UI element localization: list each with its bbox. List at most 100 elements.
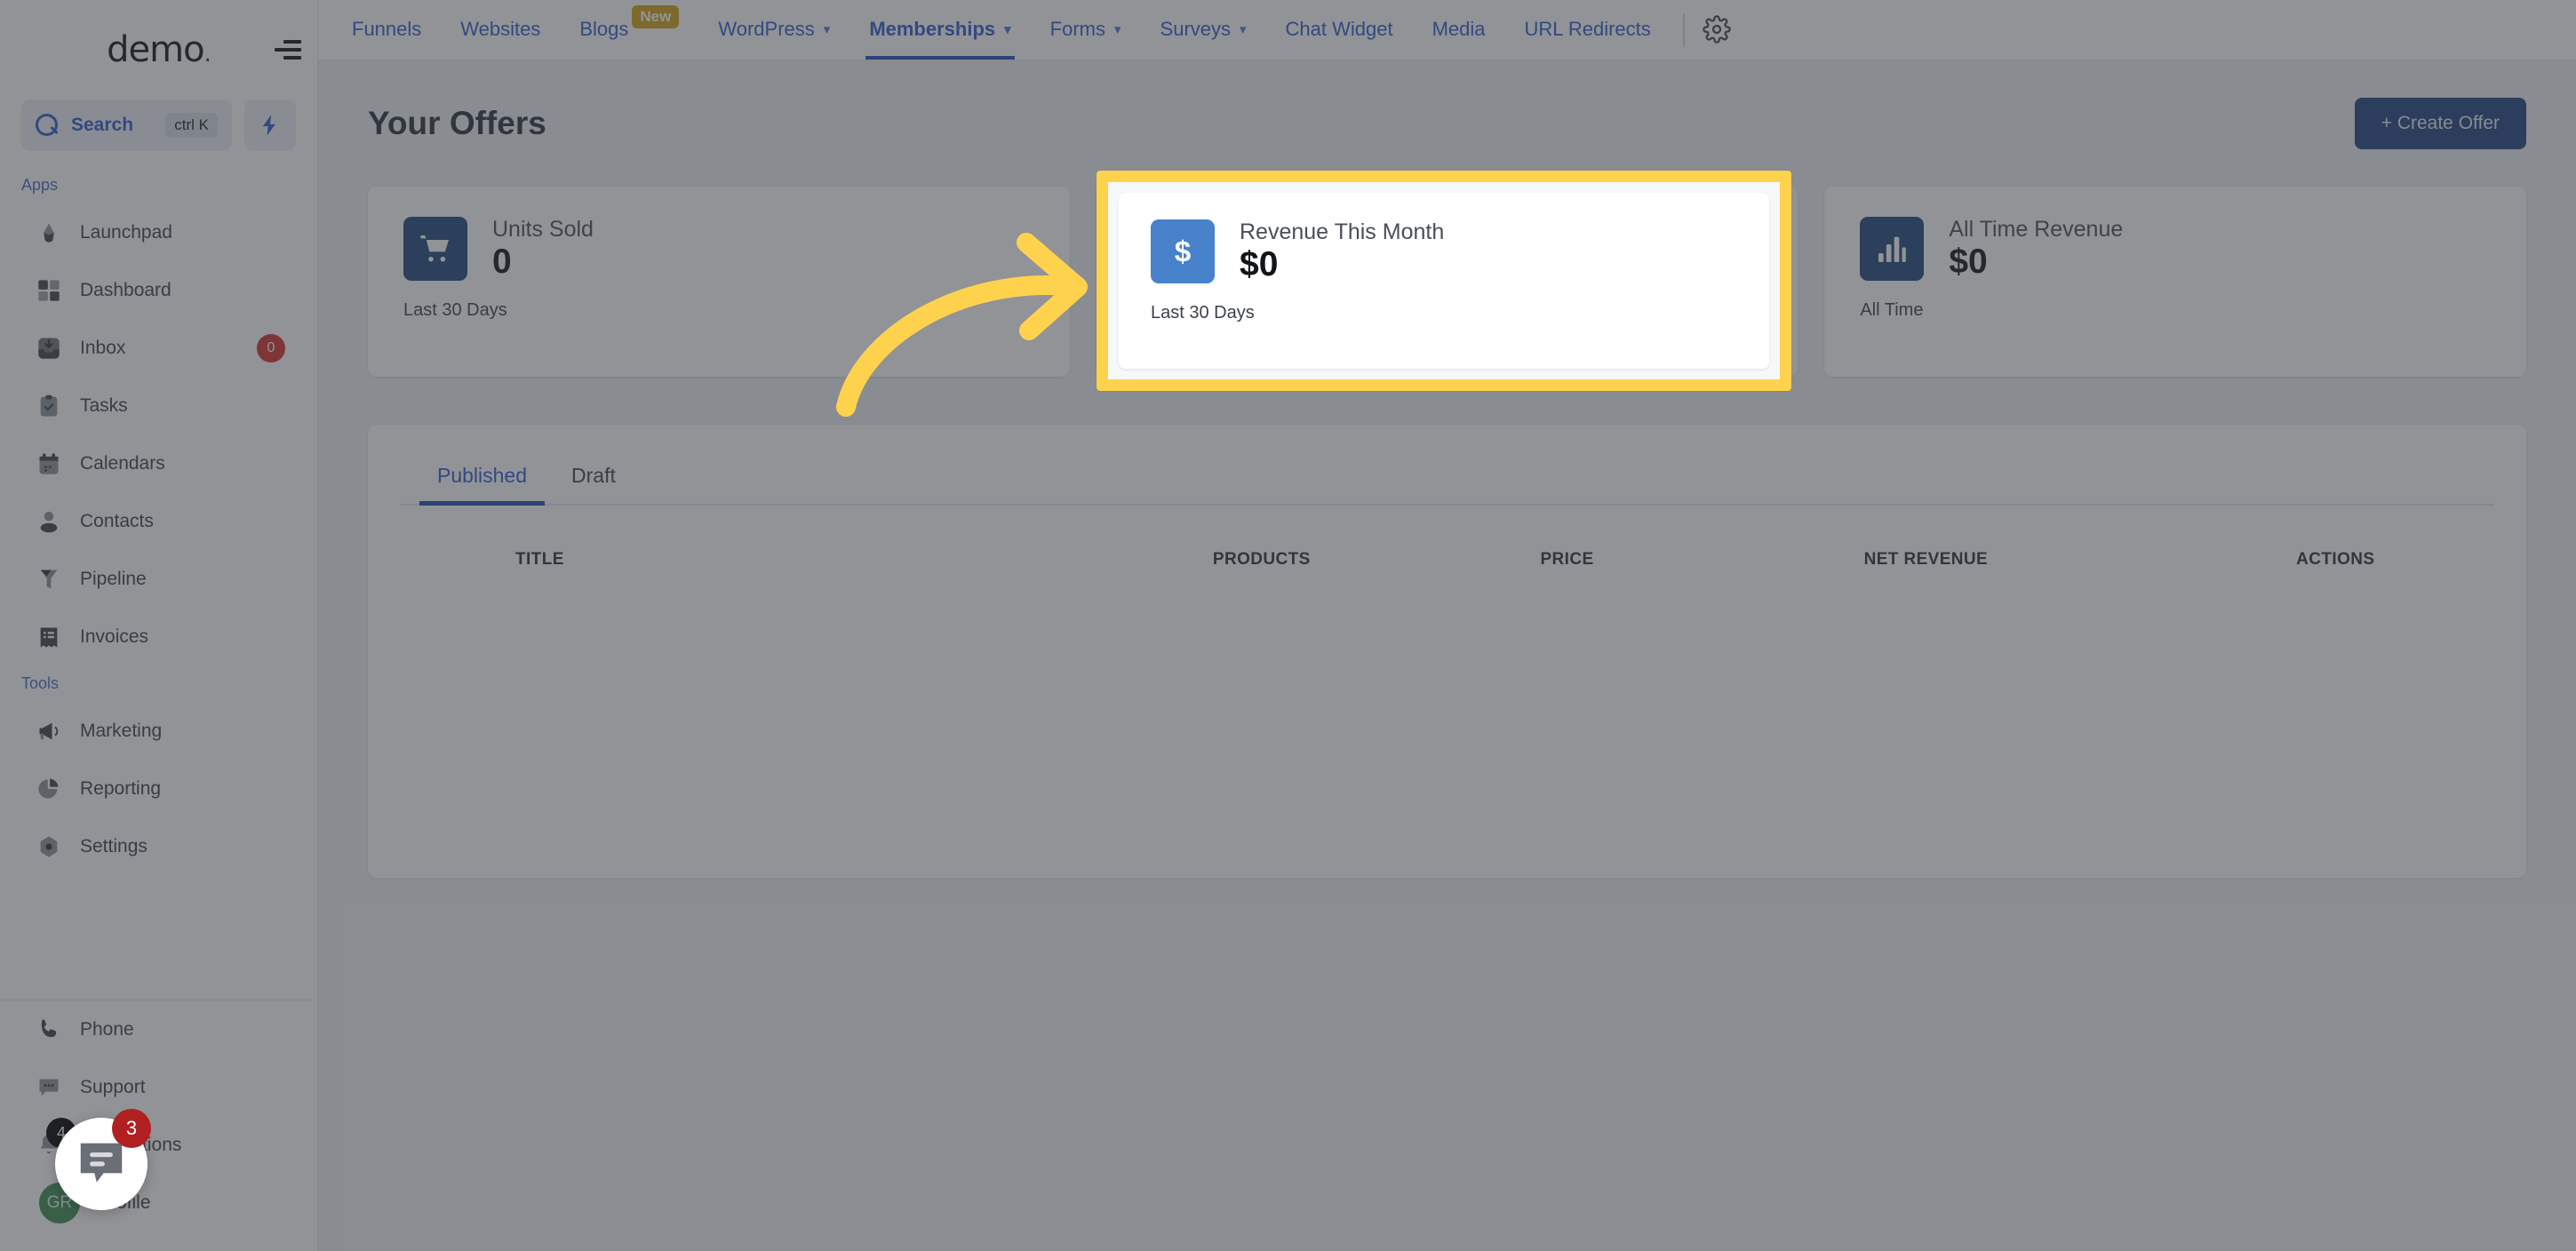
invoice-list-icon: [36, 624, 62, 650]
sidebar-item-tasks[interactable]: Tasks: [0, 377, 317, 434]
sidebar-item-label: Launchpad: [80, 221, 172, 243]
stat-card-units-sold[interactable]: Units Sold 0 Last 30 Days: [368, 187, 1070, 377]
nav-tab-funnels[interactable]: Funnels: [332, 0, 441, 60]
svg-text:$: $: [1175, 236, 1192, 269]
sidebar-item-label: Phone: [80, 1018, 134, 1040]
sidebar-item-reporting[interactable]: Reporting: [0, 760, 317, 817]
bolt-icon: [262, 115, 275, 136]
sidebar-item-marketing[interactable]: Marketing: [0, 702, 317, 760]
offers-tabs: Published Draft: [400, 451, 2494, 506]
stat-card-revenue-this-month[interactable]: $ Revenue This Month $0 Last 30 Days: [1119, 193, 1769, 369]
column-header-price[interactable]: PRICE: [1459, 536, 1675, 584]
tab-draft[interactable]: Draft: [554, 451, 634, 504]
stat-value: $0: [1949, 243, 1988, 282]
sidebar-item-profile[interactable]: GR Profile: [0, 1174, 317, 1231]
offers-table-header-row: TITLE PRODUCTS PRICE NET REVENUE ACTIONS: [400, 536, 2494, 584]
inbox-badge: 0: [257, 333, 285, 363]
sidebar-item-label: Contacts: [80, 510, 154, 531]
sidebar-item-label: Reporting: [80, 777, 162, 799]
column-header-net-revenue[interactable]: NET REVENUE: [1675, 536, 2177, 584]
sidebar-item-calendars[interactable]: Calendars: [0, 434, 317, 492]
sidebar-item-notifications[interactable]: Notifications 4: [0, 1116, 317, 1174]
sidebar-item-label: Inbox: [80, 337, 126, 358]
column-header-title[interactable]: TITLE: [400, 536, 1065, 584]
nav-tab-chat-widget[interactable]: Chat Widget: [1266, 0, 1413, 60]
quick-action-button[interactable]: [244, 100, 296, 151]
sidebar-item-pipeline[interactable]: Pipeline: [0, 550, 317, 608]
sidebar-section-apps-label: Apps: [21, 176, 59, 194]
create-offer-button[interactable]: + Create Offer: [2354, 98, 2526, 149]
sidebar-section-tools-label: Tools: [21, 674, 60, 692]
chat-dots-icon: [36, 1074, 62, 1101]
brand-logo: demo.: [107, 29, 211, 70]
nav-tab-label: Chat Widget: [1285, 18, 1393, 40]
nav-tab-blogs[interactable]: Blogs New: [560, 0, 698, 60]
offers-table-card: Published Draft TITLE PRODUCTS PRICE NET…: [368, 425, 2526, 878]
bar-chart-icon: [1860, 217, 1925, 281]
stat-top: All Time Revenue $0: [1860, 217, 2491, 281]
dollar-icon: $: [1151, 219, 1215, 283]
chevron-down-icon: ▾: [1114, 22, 1121, 37]
collapse-menu-icon[interactable]: [271, 35, 301, 65]
column-header-products[interactable]: PRODUCTS: [1065, 536, 1459, 584]
stat-subtitle: Last 30 Days: [1151, 303, 1255, 323]
sidebar-item-phone[interactable]: Phone: [0, 1000, 317, 1058]
search-label: Search: [71, 115, 134, 135]
nav-tab-media[interactable]: Media: [1413, 0, 1505, 60]
sidebar-item-invoices[interactable]: Invoices: [0, 608, 317, 665]
sidebar-item-dashboard[interactable]: Dashboard: [0, 261, 317, 319]
nav-settings-button[interactable]: [1697, 0, 1743, 60]
sidebar-item-support[interactable]: Support: [0, 1058, 317, 1116]
nav-tab-label: Forms: [1049, 18, 1105, 40]
nav-tab-label: Media: [1432, 18, 1486, 40]
dashboard-grid-icon: [36, 277, 62, 304]
sidebar-item-label: Marketing: [80, 720, 163, 741]
nav-tab-wordpress[interactable]: WordPress ▾: [698, 0, 849, 60]
nav-divider: [1682, 13, 1685, 47]
chevron-down-icon: ▾: [1004, 22, 1011, 37]
stat-card-all-time-revenue[interactable]: All Time Revenue $0 All Time: [1824, 187, 2527, 377]
nav-tab-websites[interactable]: Websites: [441, 0, 560, 60]
sidebar-item-label: Pipeline: [80, 568, 147, 589]
chevron-down-icon: ▾: [1240, 22, 1247, 37]
top-navigation: Funnels Websites Blogs New WordPress ▾ Mem…: [318, 0, 2576, 60]
stat-value: $0: [1240, 245, 1279, 284]
sidebar-apps-list: Launchpad Dashboard Inbox 0 Tasks Calend…: [0, 203, 317, 665]
sidebar-item-label: Settings: [80, 835, 148, 857]
nav-tab-forms[interactable]: Forms ▾: [1031, 0, 1141, 60]
pie-chart-icon: [36, 776, 62, 802]
inbox-icon: [36, 335, 62, 362]
sidebar-item-inbox[interactable]: Inbox 0: [0, 319, 317, 377]
sidebar-item-launchpad[interactable]: Launchpad: [0, 203, 317, 261]
sidebar-brand: demo.: [0, 0, 317, 100]
stat-title: All Time Revenue: [1949, 217, 2124, 243]
stat-subtitle: Last 30 Days: [403, 300, 507, 320]
chevron-down-icon: ▾: [823, 22, 831, 37]
sidebar-item-label: Tasks: [80, 394, 128, 416]
shopping-cart-icon: [403, 217, 467, 281]
new-badge: New: [632, 5, 680, 28]
app-root: demo. Search ctrl K Apps Launchpad Dashb…: [0, 0, 2576, 1251]
tab-published[interactable]: Published: [419, 451, 546, 506]
nav-tab-label: URL Redirects: [1524, 18, 1651, 40]
nav-tab-memberships[interactable]: Memberships ▾: [849, 0, 1030, 60]
megaphone-icon: [36, 718, 62, 745]
sidebar-item-settings[interactable]: Settings: [0, 817, 317, 875]
nav-tab-surveys[interactable]: Surveys ▾: [1141, 0, 1266, 60]
sidebar-item-label: Calendars: [80, 452, 165, 474]
sidebar-item-contacts[interactable]: Contacts: [0, 492, 317, 550]
chat-unread-badge: 3: [112, 1109, 151, 1148]
launchpad-icon: [36, 219, 62, 246]
search-input[interactable]: Search ctrl K: [21, 100, 232, 151]
column-header-actions[interactable]: ACTIONS: [2177, 536, 2494, 584]
sidebar-item-label: Dashboard: [80, 279, 171, 300]
nav-tab-url-redirects[interactable]: URL Redirects: [1505, 0, 1671, 60]
page-title: Your Offers: [368, 105, 546, 141]
search-shortcut: ctrl K: [165, 113, 218, 138]
person-icon: [36, 508, 62, 535]
sidebar-item-label: Support: [80, 1076, 146, 1097]
sidebar-search-row: Search ctrl K: [0, 100, 317, 151]
nav-tab-label: Websites: [460, 18, 541, 40]
funnel-icon: [36, 566, 62, 593]
